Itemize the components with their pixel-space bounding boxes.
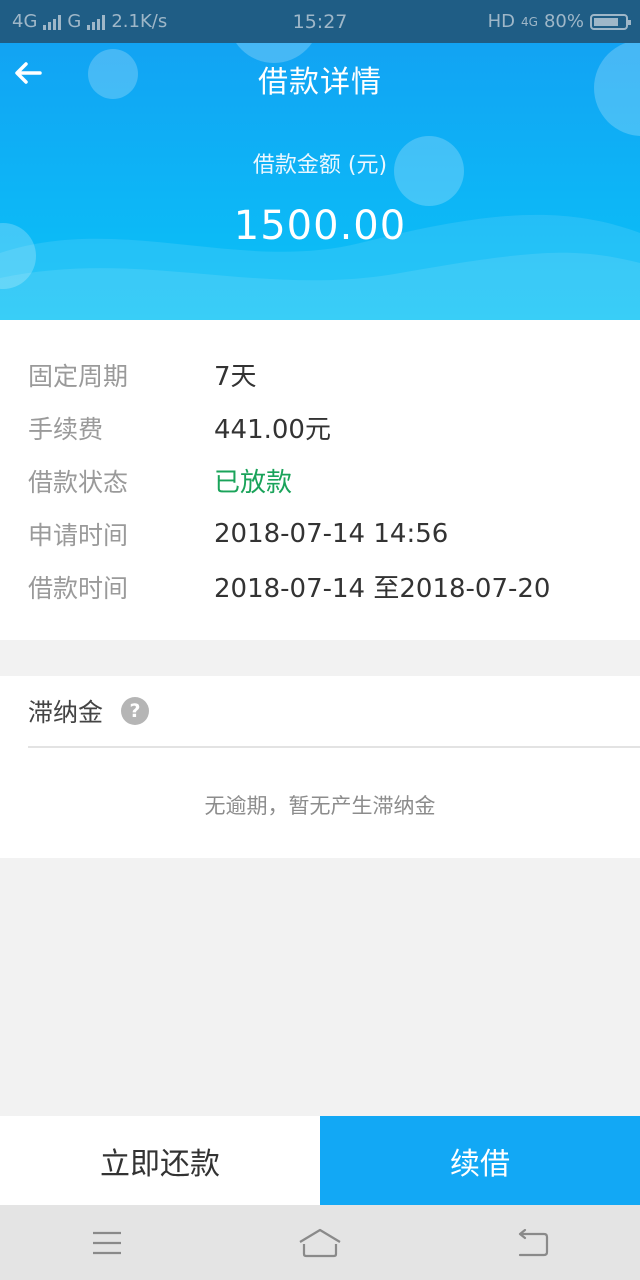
detail-row-status: 借款状态 已放款 bbox=[0, 454, 640, 507]
detail-key: 申请时间 bbox=[28, 520, 129, 550]
hd-label: HD bbox=[487, 11, 516, 32]
detail-value: 2018-07-14 至2018-07-20 bbox=[214, 574, 551, 604]
detail-key: 手续费 bbox=[28, 414, 104, 444]
home-button[interactable] bbox=[290, 1218, 350, 1268]
late-fee-title: 滞纳金 bbox=[28, 698, 104, 727]
renew-loan-button[interactable]: 续借 bbox=[320, 1116, 640, 1205]
action-bar: 立即还款 续借 bbox=[0, 1116, 640, 1205]
system-nav-bar bbox=[0, 1205, 640, 1280]
detail-row-fee: 手续费 441.00元 bbox=[0, 401, 640, 454]
repay-now-button[interactable]: 立即还款 bbox=[0, 1116, 320, 1205]
detail-key: 借款时间 bbox=[28, 573, 129, 603]
detail-value: 2018-07-14 14:56 bbox=[214, 518, 449, 549]
status-bar: 4G G 2.1K/s 15:27 HD 4G 80% bbox=[0, 0, 640, 43]
amount-label: 借款金额 (元) bbox=[252, 153, 388, 178]
late-fee-message: 无逾期，暂无产生滞纳金 bbox=[204, 794, 436, 818]
menu-icon bbox=[92, 1231, 121, 1254]
late-fee-card: 滞纳金 ? 无逾期，暂无产生滞纳金 bbox=[0, 676, 640, 858]
status-left: 4G G 2.1K/s bbox=[12, 11, 488, 32]
signal-icon bbox=[87, 14, 106, 30]
page-title: 借款详情 bbox=[258, 65, 382, 100]
network-speed: 2.1K/s bbox=[111, 11, 168, 32]
network-4g-label: 4G bbox=[12, 11, 38, 32]
battery-percent: 80% bbox=[543, 11, 584, 32]
amount-value: 1500.00 bbox=[233, 203, 407, 249]
back-nav-button[interactable] bbox=[503, 1218, 563, 1268]
late-fee-header: 滞纳金 ? bbox=[0, 676, 640, 746]
detail-key: 固定周期 bbox=[28, 361, 129, 391]
battery-fill bbox=[594, 17, 618, 26]
network-4g-tag: 4G bbox=[521, 14, 538, 29]
help-icon[interactable]: ? bbox=[121, 697, 150, 725]
header: 借款详情 借款金额 (元) 1500.00 bbox=[0, 43, 640, 320]
status-right: HD 4G 80% bbox=[487, 11, 631, 32]
detail-value: 441.00元 bbox=[214, 415, 331, 445]
detail-value: 7天 bbox=[214, 362, 257, 392]
detail-key: 借款状态 bbox=[28, 467, 129, 497]
menu-button[interactable] bbox=[77, 1218, 137, 1268]
detail-row-loan-time: 借款时间 2018-07-14 至2018-07-20 bbox=[0, 560, 640, 613]
loan-details-card: 固定周期 7天 手续费 441.00元 借款状态 已放款 申请时间 2018-0… bbox=[0, 320, 640, 640]
network-g-label: G bbox=[67, 11, 82, 32]
divider bbox=[28, 746, 640, 748]
signal-icon bbox=[43, 14, 62, 30]
home-icon bbox=[299, 1228, 341, 1257]
back-icon bbox=[519, 1228, 549, 1256]
detail-row-period: 固定周期 7天 bbox=[0, 348, 640, 401]
loan-status-value: 已放款 bbox=[214, 468, 293, 498]
battery-icon bbox=[590, 13, 631, 30]
detail-row-apply-time: 申请时间 2018-07-14 14:56 bbox=[0, 507, 640, 560]
